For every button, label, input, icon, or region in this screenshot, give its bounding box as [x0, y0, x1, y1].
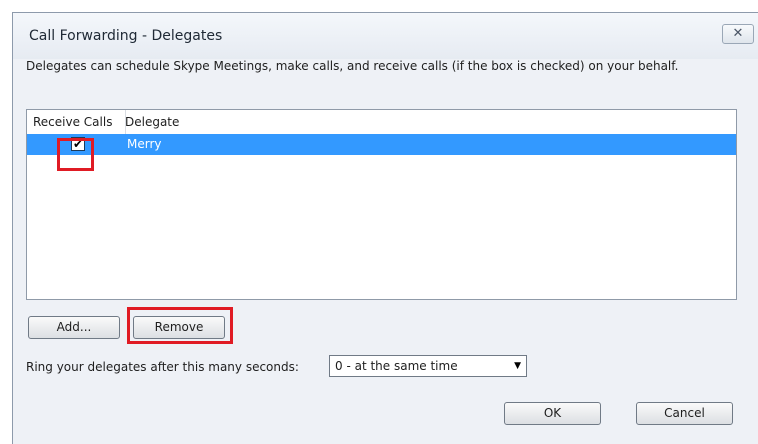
- close-icon: ✕: [732, 26, 744, 41]
- delegates-list[interactable]: Receive Calls Delegate ✔ Merry: [26, 109, 737, 300]
- ok-button[interactable]: OK: [504, 402, 601, 425]
- column-header-delegate[interactable]: Delegate: [125, 110, 325, 134]
- ring-delay-select[interactable]: 0 - at the same time ▼: [329, 355, 527, 377]
- highlight-box-checkbox: [57, 138, 94, 171]
- highlight-box-remove-button: [127, 307, 233, 344]
- ring-delay-label: Ring your delegates after this many seco…: [26, 360, 299, 374]
- column-header-receive-calls[interactable]: Receive Calls: [27, 110, 126, 134]
- cancel-button[interactable]: Cancel: [636, 402, 733, 425]
- dialog-description: Delegates can schedule Skype Meetings, m…: [26, 59, 679, 73]
- chevron-down-icon: ▼: [514, 361, 521, 371]
- list-header: Receive Calls Delegate: [27, 110, 736, 135]
- close-button[interactable]: ✕: [722, 24, 754, 44]
- delegate-name: Merry: [127, 137, 162, 151]
- add-delegate-button[interactable]: Add...: [28, 316, 120, 339]
- list-item[interactable]: ✔ Merry: [27, 134, 736, 155]
- ring-delay-value: 0 - at the same time: [335, 359, 458, 373]
- title-bar: Call Forwarding - Delegates ✕: [13, 13, 758, 59]
- dialog-title: Call Forwarding - Delegates: [29, 28, 223, 44]
